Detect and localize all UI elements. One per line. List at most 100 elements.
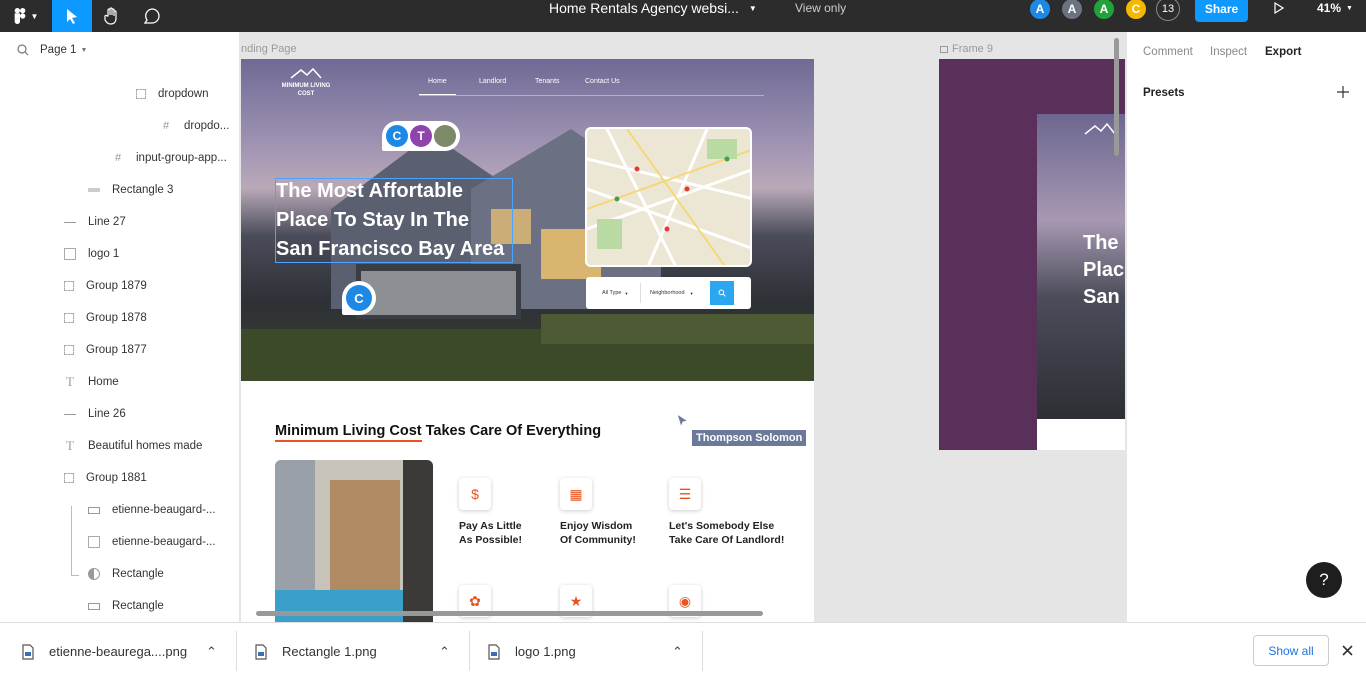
feature-line-1: Pay As Little — [459, 520, 522, 532]
frame-label[interactable]: nding Page — [241, 43, 297, 55]
layer-label: logo 1 — [88, 248, 120, 260]
type-dropdown[interactable]: All Type ▼ — [590, 290, 640, 296]
layer-item[interactable]: Line 27 — [64, 206, 126, 238]
layer-item[interactable]: Group 1881 — [64, 462, 147, 494]
zoom-menu[interactable]: 41% ▼ — [1317, 1, 1353, 15]
layer-item[interactable]: Line 26 — [64, 398, 126, 430]
layer-label: dropdown — [158, 88, 209, 100]
layer-item[interactable]: T Home — [64, 366, 119, 398]
chevron-up-icon[interactable]: ⌃ — [672, 644, 683, 660]
play-icon — [1274, 2, 1284, 14]
user-count-badge[interactable]: 13 — [1156, 0, 1180, 21]
neighborhood-dropdown[interactable]: Neighborhood ▼ — [641, 290, 706, 296]
add-preset-icon[interactable] — [1337, 86, 1349, 98]
layer-item[interactable]: # input-group-app... — [112, 142, 227, 174]
layer-label: etienne-beaugard-... — [112, 536, 216, 548]
horizontal-scrollbar[interactable] — [256, 611, 763, 616]
layer-item[interactable]: Rectangle 3 — [88, 174, 173, 206]
layer-item[interactable]: T Beautiful homes made — [64, 430, 202, 462]
tab-inspect[interactable]: Inspect — [1210, 46, 1247, 58]
layer-item[interactable]: Rectangle — [88, 558, 164, 590]
layer-item[interactable]: logo 1 — [64, 238, 119, 270]
group-icon — [64, 473, 74, 483]
property-photo[interactable] — [275, 460, 433, 622]
close-icon[interactable] — [1342, 645, 1353, 656]
chevron-down-icon: ▼ — [30, 11, 39, 21]
frame9-title-line: Plac — [1083, 259, 1125, 281]
tab-export[interactable]: Export — [1265, 46, 1301, 58]
file-title-button[interactable]: Home Rentals Agency websi... ▼ — [549, 0, 757, 18]
map-image — [587, 129, 750, 265]
hero-title-line-3[interactable]: San Francisco Bay Area — [276, 235, 516, 264]
avatar[interactable]: A — [1028, 0, 1052, 21]
frame9[interactable]: The Plac San — [939, 59, 1125, 450]
community-icon: ▦ — [560, 478, 592, 510]
chevron-up-icon[interactable]: ⌃ — [439, 644, 450, 660]
share-button[interactable]: Share — [1195, 0, 1248, 22]
layer-label: Line 26 — [88, 408, 126, 420]
layer-item[interactable]: etienne-beaugard-... — [88, 526, 216, 558]
neighborhood-label: Neighborhood — [650, 290, 685, 296]
help-label: ? — [1319, 570, 1329, 589]
avatar[interactable]: C — [1124, 0, 1148, 21]
hero-title-line-2[interactable]: Place To Stay In The — [276, 206, 516, 235]
search-icon[interactable] — [17, 44, 29, 56]
layer-item[interactable]: # dropdo... — [160, 110, 229, 142]
canvas[interactable]: nding Page Frame 9 MINIMUM LIVING COST H… — [241, 32, 1125, 622]
comment-tool-button[interactable] — [140, 0, 164, 32]
main-menu-button[interactable]: ▼ — [8, 0, 44, 32]
layer-item[interactable]: Rectangle — [88, 590, 164, 622]
group-icon — [64, 281, 74, 291]
tab-comment[interactable]: Comment — [1143, 46, 1193, 58]
layer-item[interactable]: dropdown — [136, 78, 209, 110]
frame-icon: # — [114, 152, 122, 164]
features-section[interactable]: Minimum Living Cost Takes Care Of Everyt… — [241, 381, 814, 622]
present-button[interactable] — [1268, 0, 1290, 20]
download-item[interactable]: etienne-beaurega....png ⌃ — [22, 623, 232, 680]
page-selector[interactable]: Page 1 ▼ — [17, 44, 87, 56]
section-title[interactable]: Minimum Living Cost Takes Care Of Everyt… — [275, 423, 602, 442]
search-button[interactable] — [710, 281, 734, 305]
comment-thread-bubble[interactable]: C T — [382, 121, 460, 151]
avatar-initial: A — [1067, 2, 1077, 16]
download-item[interactable]: logo 1.png ⌃ — [488, 623, 698, 680]
nav-contact-us[interactable]: Contact Us — [585, 78, 620, 85]
section-title-rest: Takes Care Of Everything — [421, 423, 602, 439]
move-tool-button[interactable] — [52, 0, 92, 32]
avatar[interactable]: A — [1092, 0, 1116, 21]
section-title-highlight: Minimum Living Cost — [275, 423, 422, 442]
hero-section[interactable]: MINIMUM LIVING COST Home Landlord Tenant… — [241, 59, 814, 381]
avatar[interactable]: A — [1060, 0, 1084, 21]
share-label: Share — [1204, 2, 1239, 16]
map-card[interactable] — [585, 127, 752, 267]
layer-label: Home — [88, 376, 119, 388]
layer-label: Group 1879 — [86, 280, 147, 292]
nav-landlord[interactable]: Landlord — [479, 78, 506, 85]
download-item[interactable]: Rectangle 1.png ⌃ — [255, 623, 465, 680]
file-icon — [255, 643, 267, 660]
comment-pin[interactable]: C — [342, 281, 376, 315]
nav-divider — [419, 95, 764, 96]
nav-tenants[interactable]: Tenants — [535, 78, 560, 85]
hero-title-line-1[interactable]: The Most Affortable — [276, 177, 516, 206]
avatar: T — [410, 125, 432, 147]
frame9-label[interactable]: Frame 9 — [940, 43, 993, 55]
vertical-scrollbar[interactable] — [1114, 38, 1119, 156]
show-all-button[interactable]: Show all — [1253, 635, 1329, 666]
rectangle-icon — [88, 602, 100, 610]
layer-item[interactable]: Group 1877 — [64, 334, 147, 366]
site-logo[interactable]: MINIMUM LIVING COST — [276, 67, 336, 98]
group-icon — [136, 89, 146, 99]
separator — [236, 631, 237, 671]
layer-item[interactable]: Group 1878 — [64, 302, 147, 334]
feature-text: Enjoy Wisdom Of Community! — [560, 519, 636, 547]
feature-text: Let's Somebody Else Take Care Of Landlord… — [669, 519, 784, 547]
hand-tool-button[interactable] — [100, 0, 124, 32]
help-button[interactable]: ? — [1306, 562, 1342, 598]
layer-item[interactable]: etienne-beaugard-... — [88, 494, 216, 526]
chevron-down-icon: ▼ — [80, 46, 88, 54]
chevron-up-icon[interactable]: ⌃ — [206, 644, 217, 660]
layer-item[interactable]: Group 1879 — [64, 270, 147, 302]
layer-label: input-group-app... — [136, 152, 227, 164]
nav-home[interactable]: Home — [428, 78, 447, 85]
